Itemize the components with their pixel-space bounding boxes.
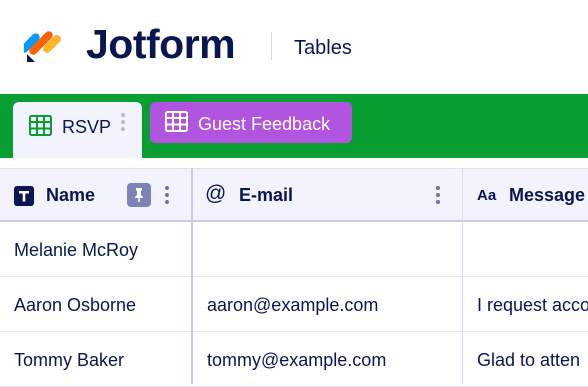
column-header-name[interactable]: Name bbox=[0, 169, 192, 221]
table-row[interactable]: Aaron Osborne aaron@example.com I reques… bbox=[0, 277, 588, 332]
at-sign-icon: @ bbox=[205, 182, 227, 205]
pin-icon[interactable] bbox=[127, 183, 151, 207]
text-aa-icon: Aa bbox=[477, 187, 497, 204]
column-header-email[interactable]: @ E-mail bbox=[194, 169, 462, 221]
cell-message[interactable]: Glad to atten bbox=[477, 349, 588, 371]
tab-rsvp[interactable]: RSVP bbox=[13, 102, 142, 158]
brand-wordmark[interactable]: Jotform bbox=[86, 19, 236, 69]
jotform-logo-icon[interactable] bbox=[24, 22, 66, 64]
header-divider bbox=[271, 32, 272, 60]
tab-label: RSVP bbox=[62, 117, 112, 137]
cell-name[interactable]: Aaron Osborne bbox=[14, 294, 184, 316]
text-type-icon bbox=[14, 186, 34, 206]
cell-message[interactable]: I request acco bbox=[477, 294, 588, 316]
tab-label: Guest Feedback bbox=[198, 114, 331, 134]
table-grid-icon bbox=[29, 115, 52, 136]
frozen-column-divider[interactable] bbox=[191, 168, 193, 384]
cell-email[interactable]: aaron@example.com bbox=[207, 294, 457, 316]
column-header-message[interactable]: Aa Message bbox=[463, 169, 588, 221]
column-menu-icon[interactable] bbox=[436, 186, 440, 207]
data-table: Name @ E-mail Aa Message Melanie McRoy A… bbox=[0, 158, 588, 387]
table-header-row: Name @ E-mail Aa Message bbox=[0, 168, 588, 222]
table-grid-icon bbox=[165, 111, 188, 132]
column-divider bbox=[462, 168, 463, 384]
column-label: E-mail bbox=[239, 185, 294, 205]
column-menu-icon[interactable] bbox=[165, 186, 169, 207]
tab-guest-feedback[interactable]: Guest Feedback bbox=[150, 102, 352, 143]
table-row[interactable]: Tommy Baker tommy@example.com Glad to at… bbox=[0, 332, 588, 387]
table-tabs-bar: RSVP Guest Feedback bbox=[0, 94, 588, 158]
cell-email[interactable]: tommy@example.com bbox=[207, 349, 457, 371]
column-label: Message bbox=[509, 185, 586, 205]
app-header: Jotform Tables bbox=[0, 0, 588, 94]
cell-name[interactable]: Tommy Baker bbox=[14, 349, 184, 371]
table-row[interactable]: Melanie McRoy bbox=[0, 222, 588, 277]
section-title: Tables bbox=[294, 37, 352, 59]
column-label: Name bbox=[46, 185, 96, 205]
tab-menu-icon[interactable] bbox=[121, 113, 125, 134]
cell-name[interactable]: Melanie McRoy bbox=[14, 239, 184, 261]
